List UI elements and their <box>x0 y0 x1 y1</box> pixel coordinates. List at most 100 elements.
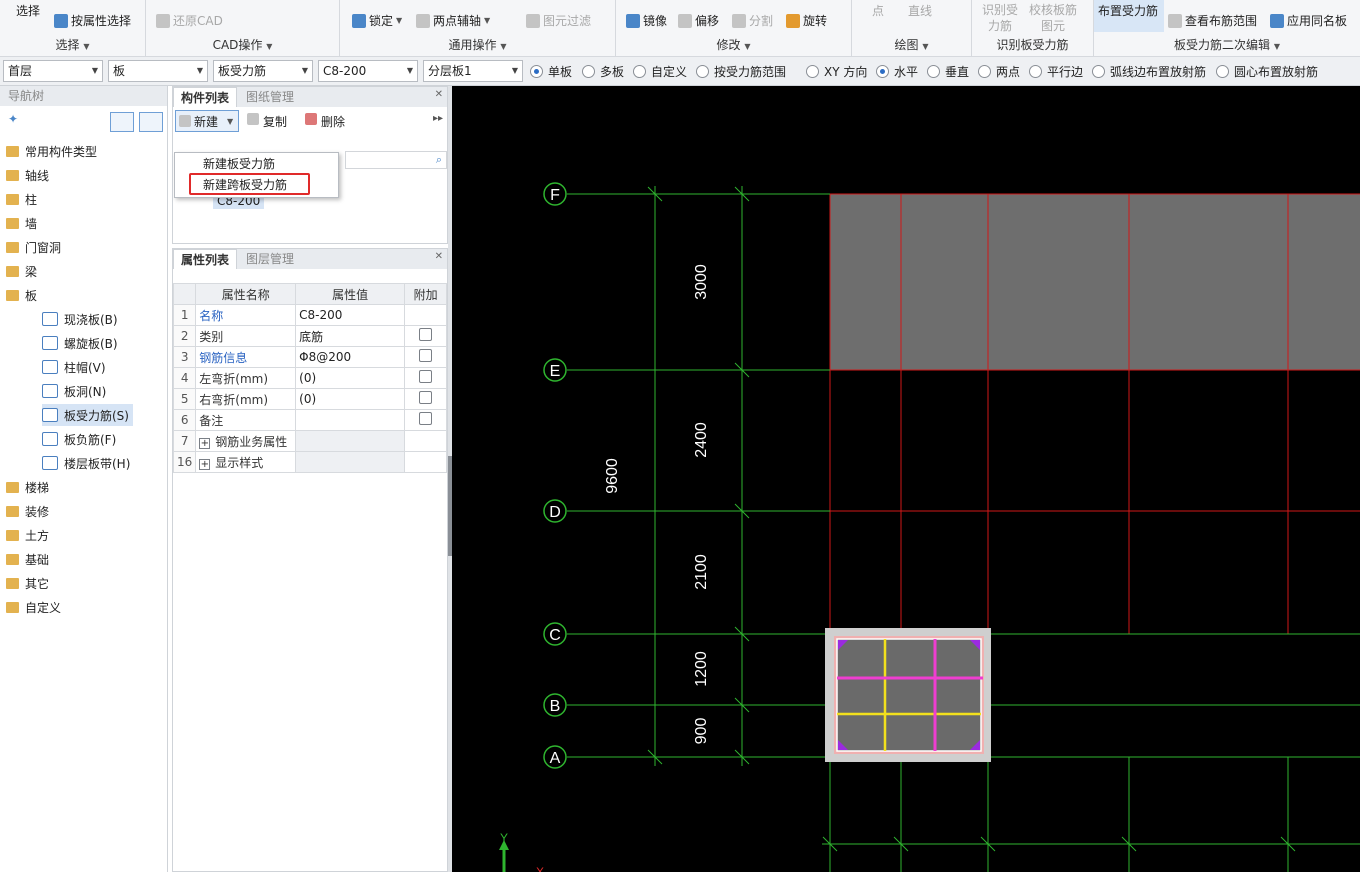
nav-item[interactable]: 现浇板(B) <box>42 308 122 330</box>
two-point-axis-button[interactable]: 两点辅轴 ▼ <box>416 12 490 29</box>
lock-button[interactable]: 锁定 ▼ <box>352 12 402 29</box>
nav-item[interactable]: 其它 <box>6 572 49 594</box>
category-select[interactable]: 板 ▼ <box>108 60 208 82</box>
menu-item-new-rebar[interactable]: 新建板受力筋 <box>203 155 275 173</box>
nav-item[interactable]: 板负筋(F) <box>42 428 120 450</box>
identify-rebar-button[interactable]: 识别受力筋 <box>982 2 1018 34</box>
tab-layer-manage[interactable]: 图层管理 <box>239 249 301 269</box>
nav-item[interactable]: 梁 <box>6 260 37 282</box>
tab-property-list[interactable]: 属性列表 <box>173 249 238 269</box>
nav-item[interactable]: 装修 <box>6 500 49 522</box>
nav-item[interactable]: 门窗洞 <box>6 236 61 258</box>
select-button[interactable]: 选择 <box>16 2 40 19</box>
add-icon[interactable]: ✦ <box>8 112 18 126</box>
point-button[interactable]: 点 <box>872 2 884 19</box>
property-value[interactable]: C8-200 <box>295 304 406 326</box>
nav-item[interactable]: 楼层板带(H) <box>42 452 134 474</box>
delete-button[interactable]: 删除 <box>305 113 345 130</box>
cad-drawing[interactable]: FEDCBA 3000 2400 2100 1200 900 9600 Y X <box>452 86 1360 872</box>
floor-select[interactable]: 首层 ▼ <box>3 60 103 82</box>
ribbon-group-title[interactable]: 选择 ▼ <box>0 36 145 53</box>
type-select[interactable]: 板受力筋 ▼ <box>213 60 313 82</box>
mirror-button[interactable]: 镜像 <box>626 12 667 29</box>
element-filter-button[interactable]: 图元过滤 <box>526 12 591 29</box>
detail-view-icon[interactable] <box>139 112 163 132</box>
radio-center-radial[interactable]: 圆心布置放射筋 <box>1216 63 1318 80</box>
component-search-input[interactable]: ⌕ <box>345 151 447 169</box>
nav-item[interactable]: 板受力筋(S) <box>42 404 133 426</box>
property-value[interactable]: 底筋 <box>295 325 406 347</box>
extra-checkbox[interactable] <box>419 391 433 404</box>
property-value[interactable] <box>295 430 406 452</box>
radio-arc-radial[interactable]: 弧线边布置放射筋 <box>1092 63 1206 80</box>
layer-select[interactable]: 分层板1 ▼ <box>423 60 523 82</box>
extra-checkbox[interactable] <box>419 412 433 425</box>
nav-item[interactable]: 楼梯 <box>6 476 49 498</box>
property-value[interactable]: (0) <box>295 367 406 389</box>
radio-custom[interactable]: 自定义 <box>633 63 687 80</box>
table-row[interactable]: 5 右弯折(mm) (0) <box>172 388 447 410</box>
nav-item[interactable]: 基础 <box>6 548 49 570</box>
extra-checkbox[interactable] <box>419 349 433 362</box>
table-row[interactable]: 3 钢筋信息 Φ8@200 <box>172 346 447 368</box>
nav-item[interactable]: 轴线 <box>6 164 49 186</box>
select-by-attr-button[interactable]: 按属性选择 <box>54 12 131 29</box>
table-row[interactable]: 6 备注 <box>172 409 447 431</box>
component-select[interactable]: C8-200 ▼ <box>318 60 418 82</box>
nav-item[interactable]: 土方 <box>6 524 49 546</box>
property-value[interactable]: Φ8@200 <box>295 346 406 368</box>
radio-vertical[interactable]: 垂直 <box>927 63 969 80</box>
table-row[interactable]: 4 左弯折(mm) (0) <box>172 367 447 389</box>
copy-button[interactable]: 复制 <box>247 113 287 130</box>
ribbon-group-title[interactable]: 修改 ▼ <box>616 36 851 53</box>
new-button[interactable]: 新建 ▼ <box>175 110 239 132</box>
line-button[interactable]: 直线 <box>908 2 932 19</box>
nav-item[interactable]: 板洞(N) <box>42 380 110 402</box>
ribbon-group-title[interactable]: 绘图 ▼ <box>852 36 971 53</box>
offset-button[interactable]: 偏移 <box>678 12 719 29</box>
nav-item[interactable]: 常用构件类型 <box>6 140 97 162</box>
close-icon[interactable]: ✕ <box>435 251 443 262</box>
radio-parallel-edge[interactable]: 平行边 <box>1029 63 1083 80</box>
nav-item[interactable]: 墙 <box>6 212 37 234</box>
more-icon[interactable]: ▸▸ <box>433 113 443 124</box>
ribbon-group-title[interactable]: CAD操作 ▼ <box>146 36 339 53</box>
nav-item[interactable]: 螺旋板(B) <box>42 332 122 354</box>
expand-icon[interactable]: + <box>199 437 211 449</box>
table-row[interactable]: 16 + 显示样式 <box>172 451 447 473</box>
search-icon[interactable]: ⌕ <box>436 153 442 167</box>
column-with-rebar[interactable] <box>825 628 991 762</box>
nav-item[interactable]: 板 <box>6 284 37 306</box>
extra-checkbox[interactable] <box>419 370 433 383</box>
property-value[interactable] <box>295 409 406 431</box>
nav-item[interactable]: 柱帽(V) <box>42 356 110 378</box>
slab-area[interactable] <box>830 194 1360 370</box>
menu-item-new-span-rebar[interactable]: 新建跨板受力筋 <box>203 176 287 194</box>
expand-icon[interactable]: + <box>199 458 211 470</box>
radio-xy-direction[interactable]: XY 方向 <box>806 63 867 80</box>
tab-component-list[interactable]: 构件列表 <box>173 87 238 107</box>
radio-single-board[interactable]: 单板 <box>530 63 572 80</box>
place-rebar-button[interactable]: 布置受力筋 <box>1098 2 1158 19</box>
table-row[interactable]: 1 名称 C8-200 <box>172 304 447 326</box>
table-row[interactable]: 7 + 钢筋业务属性 <box>172 430 447 452</box>
extra-checkbox[interactable] <box>419 328 433 341</box>
radio-by-range[interactable]: 按受力筋范围 <box>696 63 786 80</box>
split-button[interactable]: 分割 <box>732 12 773 29</box>
ribbon-group-title[interactable]: 板受力筋二次编辑 ▼ <box>1094 36 1360 53</box>
radio-two-point[interactable]: 两点 <box>978 63 1020 80</box>
nav-item[interactable]: 柱 <box>6 188 37 210</box>
ribbon-group-title[interactable]: 通用操作 ▼ <box>340 36 615 53</box>
view-range-button[interactable]: 查看布筋范围 <box>1168 12 1257 29</box>
tab-drawing-manage[interactable]: 图纸管理 <box>239 87 301 107</box>
drawing-canvas[interactable]: FEDCBA 3000 2400 2100 1200 900 9600 Y X <box>452 86 1360 872</box>
radio-horizontal[interactable]: 水平 <box>876 63 918 80</box>
restore-cad-button[interactable]: 还原CAD <box>156 12 223 29</box>
close-icon[interactable]: ✕ <box>435 89 443 100</box>
radio-multi-board[interactable]: 多板 <box>582 63 624 80</box>
check-rebar-button[interactable]: 校核板筋图元 <box>1028 2 1078 34</box>
nav-item[interactable]: 自定义 <box>6 596 61 618</box>
property-value[interactable]: (0) <box>295 388 406 410</box>
table-row[interactable]: 2 类别 底筋 <box>172 325 447 347</box>
property-value[interactable] <box>295 451 406 473</box>
